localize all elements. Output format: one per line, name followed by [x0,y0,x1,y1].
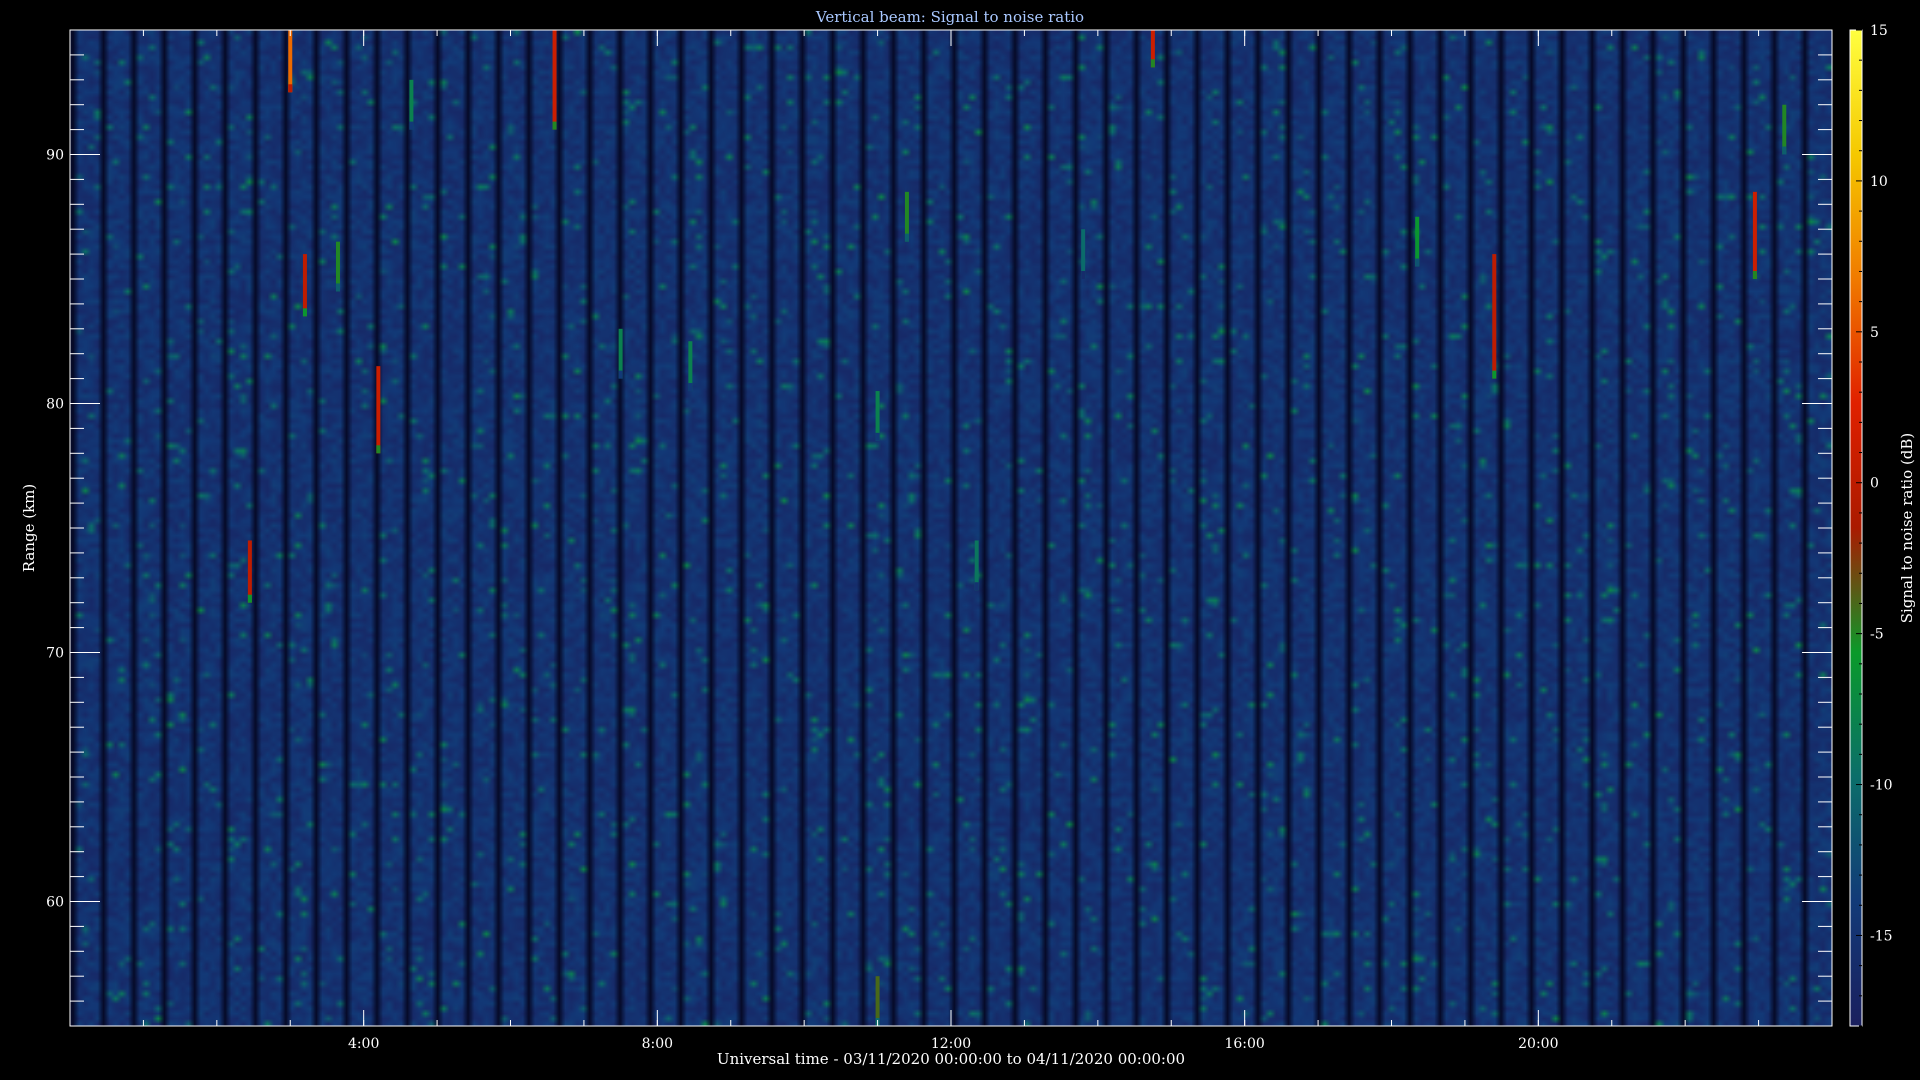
echo-streak-edge [1492,370,1497,379]
colorbar-tick-label: -10 [1870,778,1893,794]
colorbar: 15 10 5 0 -5 -10 -15 Signal to noise ratio (dB… [1849,23,1916,1027]
echo-streak-edge [1752,271,1757,279]
echo-streak-edge [618,370,623,379]
plot-area: 4:00 8:00 12:00 16:00 20:00 60708090 [46,29,1833,1052]
echo-streak-edge [688,383,693,392]
snr-chart: Vertical beam: Signal to noise ratio 4:0… [20,8,1916,1068]
echo-streak-edge [1782,146,1787,155]
colorbar-tick-label: 15 [1870,23,1888,39]
echo-streak-edge [247,594,252,603]
colorbar-tick-label: 0 [1870,476,1879,492]
echo-streak [247,540,252,603]
echo-streak-edge [302,308,307,317]
echo-streak-edge [335,283,340,292]
echo-streak [1492,254,1497,379]
colorbar-label: Signal to noise ratio (dB) [1898,433,1916,624]
y-tick-label: 90 [46,148,64,164]
echo-streak-edge [376,445,381,454]
echo-streak-edge [904,233,909,242]
echo-streak-edge [552,121,557,130]
echo-streak [302,254,307,317]
colorbar-tick-label: -5 [1870,627,1884,643]
echo-streak [288,30,293,93]
y-tick-label: 70 [46,646,64,662]
y-axis-label: Range (km) [20,484,38,573]
echo-streak [376,366,381,454]
colorbar-tick-label: 10 [1870,174,1888,190]
colorbar-tick-label: 5 [1870,325,1879,341]
echo-streak-edge [1415,258,1420,267]
echo-streak-edge [1150,59,1155,68]
x-tick-label: 20:00 [1518,1036,1558,1052]
echo-streak-edge [1081,271,1086,279]
x-axis-label: Universal time - 03/11/2020 00:00:00 to … [717,1050,1185,1068]
x-tick-label: 8:00 [642,1036,673,1052]
echo-streak [552,30,557,130]
echo-streak [1752,191,1757,279]
chart-title: Vertical beam: Signal to noise ratio [815,8,1084,26]
echo-streak-edge [875,432,880,441]
x-tick-label: 16:00 [1224,1036,1264,1052]
y-tick-label: 80 [46,397,64,413]
snr-heatmap [70,30,1832,1026]
echo-streak-edge [288,84,293,93]
colorbar-gradient [1850,30,1862,1026]
echo-streak-edge [409,121,414,130]
echo-streak-edge [974,582,979,591]
x-tick-label: 4:00 [348,1036,379,1052]
colorbar-tick-label: -15 [1870,928,1893,944]
y-tick-label: 60 [46,895,64,911]
